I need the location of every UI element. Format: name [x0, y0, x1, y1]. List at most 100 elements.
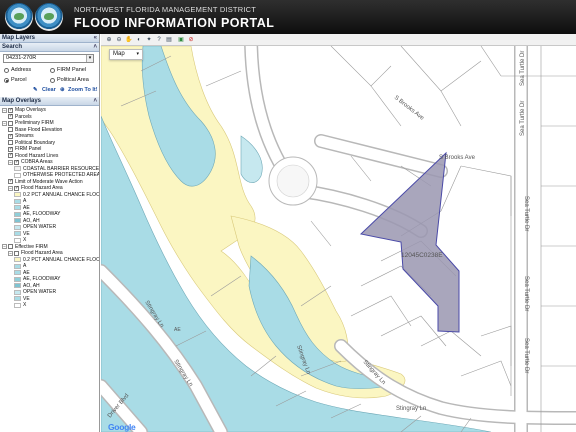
radio-political-area-label: Political Area — [57, 77, 89, 83]
radio-address-label: Address — [11, 67, 32, 73]
legend-swatch — [14, 237, 21, 243]
legend-swatch — [14, 289, 21, 295]
google-logo: Google — [108, 422, 136, 432]
map-layers-title: Map Layers — [2, 35, 36, 41]
map-area: ⊕ ⊖ ✋ ◐ ✦ ? ▤ ▣ ⊘ 12045C0238E S Brooks A… — [101, 34, 576, 432]
map-overlays-title: Map Overlays — [2, 98, 42, 104]
radio-address-dot[interactable] — [4, 67, 9, 73]
collapse-icon[interactable]: ˄ — [93, 97, 97, 106]
map-canvas[interactable]: 12045C0238E S Brooks Ave S Brooks Ave Se… — [101, 46, 576, 432]
radio-political-area-dot[interactable] — [50, 77, 55, 83]
app-header: NORTHWEST FLORIDA MANAGEMENT DISTRICT FL… — [0, 0, 576, 34]
print-icon[interactable]: ▤ — [165, 36, 173, 44]
layer-checkbox[interactable] — [14, 250, 19, 256]
eraser-icon[interactable]: ✎ — [33, 87, 38, 93]
layer-checkbox[interactable] — [8, 178, 13, 185]
legend-swatch — [14, 166, 21, 172]
legend-swatch — [14, 211, 21, 217]
layer-checkbox[interactable] — [8, 107, 13, 113]
globe-icon[interactable]: ◐ — [135, 36, 143, 44]
map-type-value: Map — [113, 51, 125, 57]
search-title: Search — [2, 44, 23, 50]
help-icon[interactable]: ? — [155, 36, 163, 44]
layer-checkbox[interactable] — [8, 113, 13, 120]
chevron-down-icon[interactable]: ▾ — [136, 50, 139, 59]
layer-checkbox[interactable] — [8, 244, 13, 250]
portal-title: FLOOD INFORMATION PORTAL — [74, 16, 275, 30]
chevron-down-icon[interactable]: ▾ — [86, 55, 93, 62]
layer-checkbox[interactable] — [14, 159, 19, 165]
layer-checkbox[interactable] — [8, 140, 13, 146]
road-label: Sea Turtle Dr — [523, 276, 529, 311]
legend-swatch — [14, 296, 21, 302]
state-seal-logo — [35, 3, 63, 31]
legend-swatch — [14, 224, 21, 230]
layer-checkbox[interactable] — [8, 146, 13, 152]
search-input[interactable]: 04231-270R ▾ — [3, 54, 94, 63]
layer-icon[interactable]: ▣ — [177, 36, 185, 44]
legend-swatch — [14, 218, 21, 224]
radio-firm-panel-label: FIRM Panel — [57, 67, 87, 73]
parcel-panel-label: 12045C0238E — [401, 252, 443, 259]
expand-collapse-icon[interactable]: − — [2, 244, 7, 250]
radio-parcel-dot[interactable] — [4, 77, 9, 83]
zone-label: AE — [174, 327, 181, 333]
map-type-select[interactable]: Map ▾ — [109, 49, 143, 60]
layer-checkbox[interactable] — [8, 120, 13, 126]
overlay-tree-row[interactable]: X — [0, 302, 99, 309]
expand-collapse-icon[interactable]: − — [8, 250, 13, 256]
radio-firm-panel-dot[interactable] — [50, 67, 55, 73]
road-label: Sea Turtle Dr — [520, 101, 526, 136]
road-label: S Brooks Ave — [439, 155, 476, 161]
search-type-row: Parcel Political Area — [0, 76, 99, 86]
search-header[interactable]: Search ˄ — [0, 43, 99, 52]
expand-collapse-icon[interactable]: − — [2, 107, 7, 113]
layer-checkbox[interactable] — [8, 152, 13, 159]
sidebar: Map Layers « Search ˄ 04231-270R ▾ Addre… — [0, 34, 100, 432]
radio-firm-panel[interactable]: FIRM Panel — [50, 67, 86, 73]
radio-political-area[interactable]: Political Area — [50, 77, 89, 83]
overlay-tree-label: X — [23, 302, 27, 308]
zoom-icon[interactable]: ⊕ — [60, 87, 65, 93]
clear-button[interactable]: Clear — [42, 87, 56, 93]
layer-checkbox[interactable] — [14, 185, 19, 191]
expand-collapse-icon[interactable]: − — [8, 159, 13, 165]
district-seal-logo — [5, 3, 33, 31]
radio-address[interactable]: Address — [4, 67, 31, 73]
layer-checkbox[interactable] — [8, 127, 13, 133]
legend-swatch — [14, 231, 21, 237]
google-logo-text: Google — [108, 422, 136, 432]
zoom-in-icon[interactable]: ⊕ — [105, 36, 113, 44]
map-overlays-header[interactable]: Map Overlays ˄ — [0, 97, 99, 106]
road-label: Sea Turtle Dr — [520, 51, 526, 86]
zoom-out-icon[interactable]: ⊖ — [115, 36, 123, 44]
map-toolbar: ⊕ ⊖ ✋ ◐ ✦ ? ▤ ▣ ⊘ — [101, 34, 576, 46]
expand-collapse-icon[interactable]: − — [2, 120, 7, 126]
layer-checkbox[interactable] — [8, 133, 13, 139]
overlay-tree: −Map OverlaysParcels−Preliminary FIRMBas… — [0, 106, 99, 309]
legend-swatch — [14, 263, 21, 269]
road-label: Sea Turtle Dr — [523, 196, 529, 231]
legend-swatch — [14, 257, 21, 263]
collapse-icon[interactable]: ˄ — [93, 43, 97, 52]
legend-swatch — [14, 283, 21, 289]
road-label: Stingray Ln — [396, 406, 426, 412]
legend-swatch — [14, 302, 21, 308]
stop-icon[interactable]: ⊘ — [187, 36, 195, 44]
cul-de-sac-island — [276, 164, 310, 198]
road-label: Sea Turtle Dr — [523, 338, 529, 373]
search-actions: ✎ Clear ⊕ Zoom To It! — [0, 86, 99, 95]
measure-icon[interactable]: ✦ — [145, 36, 153, 44]
legend-swatch — [14, 276, 21, 282]
legend-swatch — [14, 205, 21, 211]
collapse-icon[interactable]: « — [94, 34, 97, 43]
expand-collapse-icon[interactable]: − — [8, 185, 13, 191]
pan-icon[interactable]: ✋ — [125, 36, 133, 44]
radio-parcel-label: Parcel — [11, 77, 27, 83]
org-name: NORTHWEST FLORIDA MANAGEMENT DISTRICT — [74, 5, 256, 14]
search-type-row: Address FIRM Panel — [0, 66, 99, 76]
map-layers-header[interactable]: Map Layers « — [0, 34, 99, 43]
zoom-to-it-button[interactable]: Zoom To It! — [68, 87, 98, 93]
radio-parcel[interactable]: Parcel — [4, 77, 27, 83]
legend-swatch — [14, 192, 21, 198]
